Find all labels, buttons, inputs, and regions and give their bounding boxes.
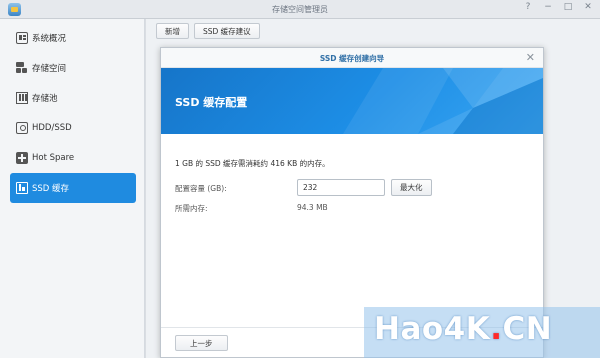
required-memory-label: 所需内存: (175, 204, 208, 213)
previous-button[interactable]: 上一步 (175, 335, 228, 351)
banner-pattern (343, 68, 543, 134)
window-controls: ? − □ ✕ (522, 2, 594, 12)
maximize-button[interactable]: 最大化 (391, 179, 432, 196)
window-title: 存储空间管理员 (272, 5, 328, 14)
sidebar-item-ssd-cache[interactable]: SSD 缓存 (10, 173, 136, 203)
create-button[interactable]: 新增 (156, 23, 189, 39)
required-memory-value: 94.3 MB (297, 203, 328, 212)
sidebar-item-storage-pool[interactable]: 存储池 (10, 83, 136, 113)
maximize-icon[interactable]: □ (562, 2, 574, 12)
storage-pool-icon (16, 92, 28, 104)
dialog-title: SSD 缓存创建向导 (319, 54, 385, 63)
sidebar-item-label: 存储池 (32, 94, 58, 104)
watermark-logo: Hao4K.CN (374, 311, 552, 347)
hot-spare-icon (16, 152, 28, 164)
ssd-cache-advisor-button[interactable]: SSD 缓存建议 (194, 23, 260, 39)
sidebar-item-storage-space[interactable]: 存储空间 (10, 53, 136, 83)
minimize-icon[interactable]: − (542, 2, 554, 12)
sidebar-item-hot-spare[interactable]: Hot Spare (10, 143, 136, 173)
sidebar-item-label: Hot Spare (32, 153, 75, 163)
close-icon[interactable]: ✕ (582, 2, 594, 12)
ssd-cache-icon (16, 182, 28, 194)
overview-icon (16, 32, 28, 44)
title-bar: 存储空间管理员 ? − □ ✕ (0, 0, 600, 19)
sidebar-item-label: HDD/SSD (32, 123, 72, 133)
toolbar: 新增 SSD 缓存建议 (156, 23, 260, 39)
sidebar-item-overview[interactable]: 系统概况 (10, 23, 136, 53)
watermark-text: Hao4K (374, 311, 491, 347)
sidebar-item-label: SSD 缓存 (32, 184, 70, 194)
memory-info-text: 1 GB 的 SSD 缓存需消耗约 416 KB 的内存。 (175, 159, 330, 168)
capacity-label: 配置容量 (GB): (175, 184, 227, 193)
sidebar-item-label: 系统概况 (32, 34, 67, 44)
dialog-close-icon[interactable]: ✕ (526, 51, 535, 64)
sidebar-item-label: 存储空间 (32, 64, 67, 74)
watermark-dot: . (490, 311, 503, 347)
sidebar: 系统概况 存储空间 存储池 HDD/SSD Hot Spare SSD 缓存 (0, 19, 145, 358)
capacity-input[interactable] (297, 179, 385, 196)
dialog-body: 1 GB 的 SSD 缓存需消耗约 416 KB 的内存。 配置容量 (GB):… (161, 134, 543, 213)
dialog-header: SSD 缓存创建向导 ✕ (161, 48, 543, 68)
hdd-icon (16, 122, 28, 134)
wizard-banner: SSD 缓存配置 (161, 68, 543, 134)
sidebar-item-hdd-ssd[interactable]: HDD/SSD (10, 113, 136, 143)
help-icon[interactable]: ? (522, 2, 534, 12)
storage-space-icon (16, 62, 28, 74)
watermark-suffix: CN (502, 311, 553, 347)
step-title: SSD 缓存配置 (175, 96, 248, 109)
